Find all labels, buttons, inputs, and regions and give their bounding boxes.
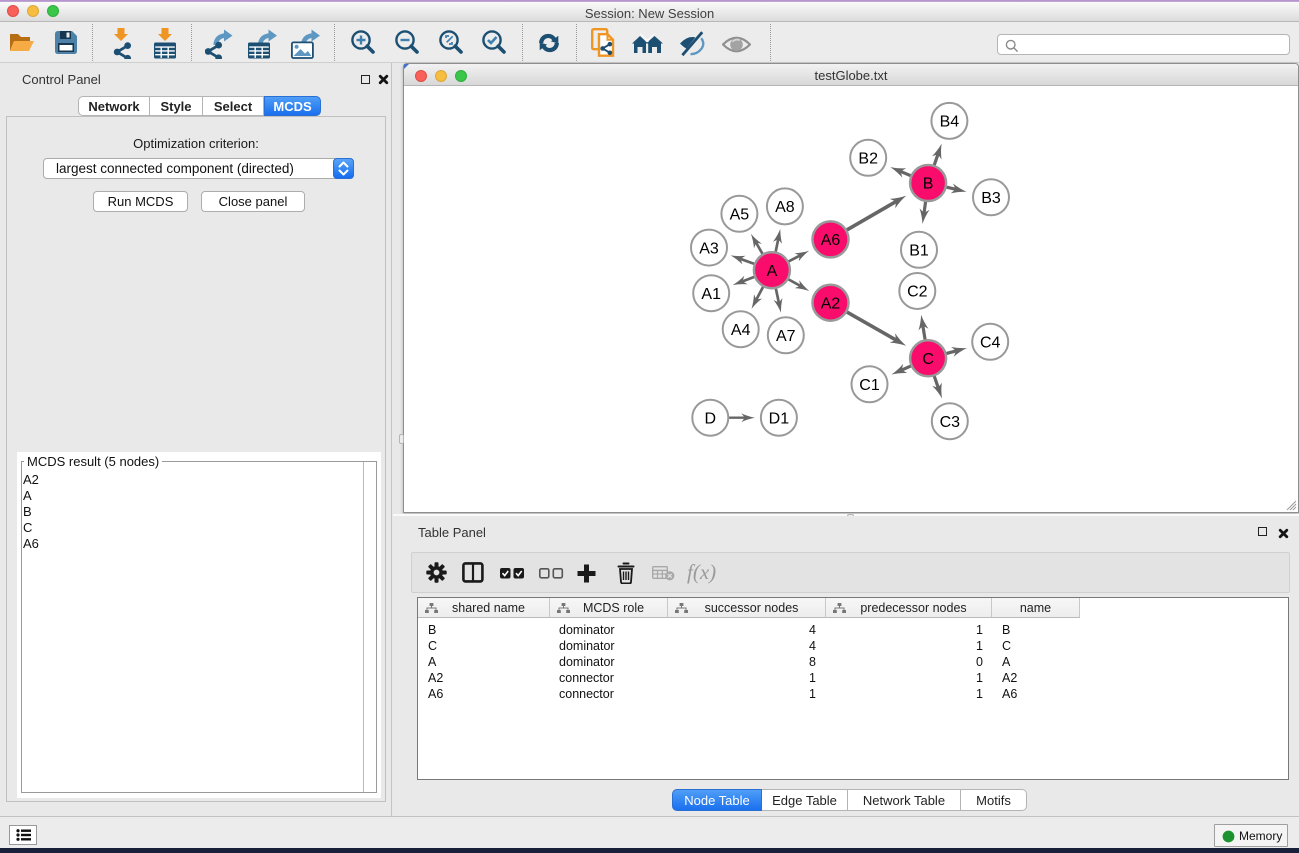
svg-text:C2: C2 [907,284,928,301]
svg-text:B2: B2 [858,151,878,168]
svg-text:D: D [705,410,717,427]
svg-text:C1: C1 [859,377,880,394]
svg-text:A3: A3 [699,240,719,257]
svg-text:A6: A6 [821,232,841,249]
svg-text:B4: B4 [940,114,960,131]
svg-text:C4: C4 [980,335,1001,352]
svg-text:A8: A8 [775,199,795,216]
svg-text:B3: B3 [981,190,1001,207]
svg-text:A: A [767,263,778,280]
svg-text:B: B [923,176,934,193]
svg-text:A7: A7 [776,328,796,345]
svg-text:B1: B1 [909,243,929,260]
svg-text:A5: A5 [730,207,750,224]
svg-text:D1: D1 [769,410,790,427]
svg-text:C3: C3 [940,414,961,431]
svg-text:A2: A2 [821,295,841,312]
svg-text:A4: A4 [731,322,751,339]
svg-text:A1: A1 [701,286,721,303]
svg-text:C: C [922,351,934,368]
